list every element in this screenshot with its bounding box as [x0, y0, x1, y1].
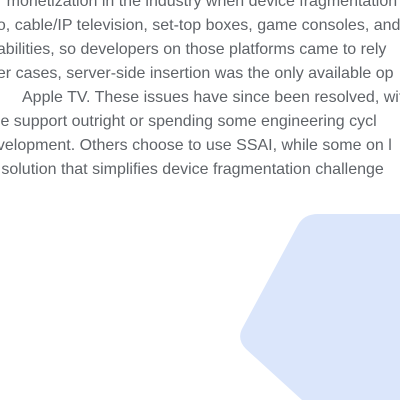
page: er monetization in the industry when dev… — [0, 0, 400, 400]
hexagon-shape — [240, 214, 400, 400]
decorative-hexagon — [240, 214, 400, 400]
